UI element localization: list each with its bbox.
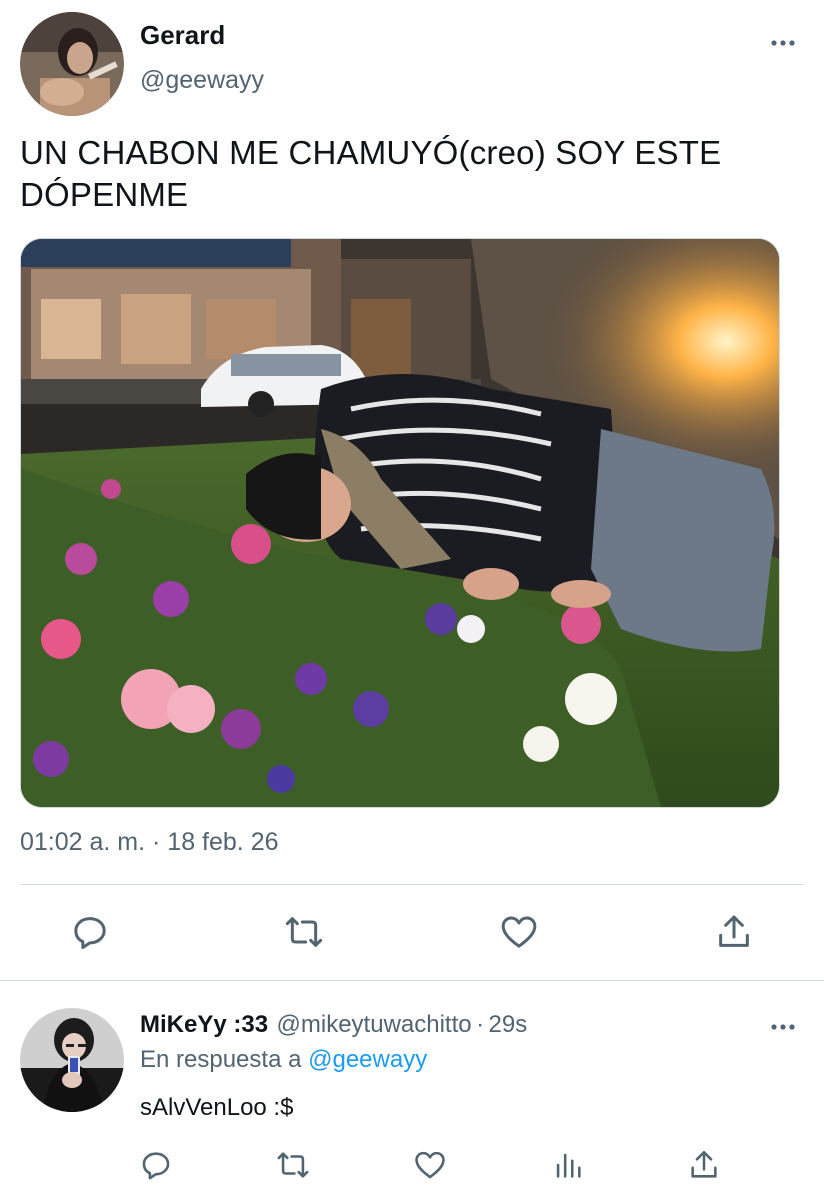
reply-reply-icon[interactable] <box>136 1146 176 1184</box>
tweet-text-line-1: UN CHABON ME CHAMUYÓ(creo) SOY ESTE <box>20 134 722 171</box>
more-horizontal-icon[interactable] <box>768 26 800 56</box>
tweet-photo[interactable] <box>20 238 780 808</box>
replying-to-prefix: En respuesta a <box>140 1046 302 1073</box>
author-name[interactable]: Gerard <box>140 20 225 51</box>
share-icon[interactable] <box>712 910 756 954</box>
reply-share-icon[interactable] <box>684 1146 724 1184</box>
reply-retweet-icon[interactable] <box>272 1146 314 1184</box>
replying-to: En respuesta a @geewayy <box>140 1046 427 1074</box>
replying-to-link[interactable]: @geewayy <box>308 1046 427 1073</box>
reply-author-handle[interactable]: @mikeytuwachitto <box>277 1011 472 1038</box>
tweet-timestamp[interactable]: 01:02 a. m. · 18 feb. 26 <box>20 828 279 857</box>
divider-top <box>20 884 804 885</box>
divider-bottom <box>0 980 824 981</box>
reply-icon[interactable] <box>68 910 112 954</box>
reply-text: sAlvVenLoo :$ <box>140 1094 294 1121</box>
photo-scene <box>21 239 779 807</box>
author-handle[interactable]: @geewayy <box>140 66 264 95</box>
author-avatar[interactable] <box>20 12 124 116</box>
reply-more-horizontal-icon[interactable] <box>768 1010 800 1040</box>
reply-dot-separator: · <box>476 1011 485 1038</box>
reply-header: MiKeYy :33 @mikeytuwachitto · 29s <box>140 1011 527 1039</box>
reply-like-icon[interactable] <box>410 1146 450 1184</box>
tweet-text-line-2: DÓPENME <box>20 176 189 213</box>
reply-author-avatar[interactable] <box>20 1008 124 1112</box>
like-icon[interactable] <box>497 910 541 954</box>
reply-time[interactable]: 29s <box>489 1011 528 1038</box>
tweet-text: UN CHABON ME CHAMUYÓ(creo) SOY ESTE DÓPE… <box>20 132 800 216</box>
retweet-icon[interactable] <box>280 910 328 954</box>
reply-analytics-icon[interactable] <box>548 1146 588 1184</box>
reply-author-name[interactable]: MiKeYy :33 <box>140 1011 268 1038</box>
